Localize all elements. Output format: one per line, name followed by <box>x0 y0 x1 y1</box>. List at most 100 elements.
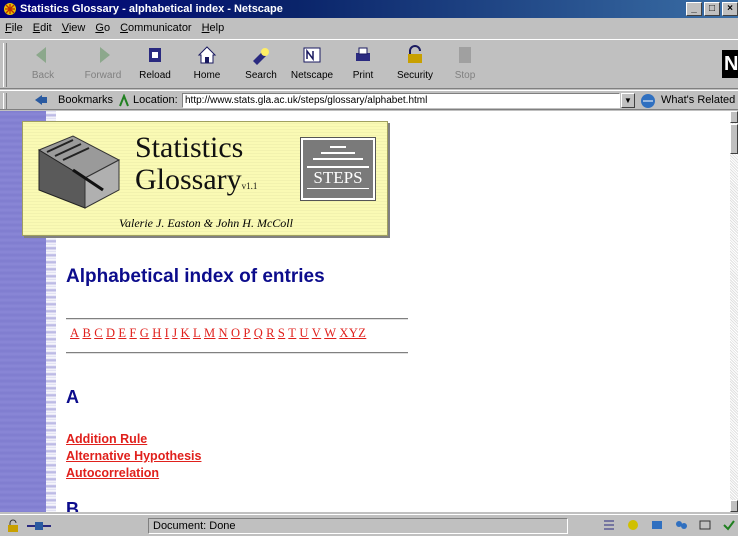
letter-link-q[interactable]: Q <box>254 326 263 340</box>
page-content: Statistics Glossaryv1.1 STEPS Valerie J.… <box>0 111 730 512</box>
menu-communicator[interactable]: Communicator <box>115 22 197 34</box>
bookmarks-icon <box>34 94 48 109</box>
letter-link-r[interactable]: R <box>266 326 275 340</box>
window-title: Statistics Glossary - alphabetical index… <box>20 3 283 15</box>
letter-link-f[interactable]: F <box>129 326 136 340</box>
security-label: Security <box>396 70 434 81</box>
toolbar-grip[interactable] <box>3 43 7 87</box>
banner-title: Statistics Glossaryv1.1 <box>135 132 257 202</box>
scroll-thumb[interactable] <box>730 124 738 154</box>
letter-link-i[interactable]: I <box>165 326 170 340</box>
letter-link-e[interactable]: E <box>118 326 126 340</box>
menu-file[interactable]: File <box>0 22 28 34</box>
section-a-entries: Addition Rule Alternative Hypothesis Aut… <box>66 431 201 482</box>
books-logo-icon <box>37 135 121 209</box>
netscape-button[interactable]: Netscape <box>287 44 337 88</box>
netscape-app-icon <box>3 2 17 16</box>
menu-view[interactable]: View <box>57 22 91 34</box>
letter-link-k[interactable]: K <box>181 326 190 340</box>
home-button[interactable]: Home <box>182 44 232 88</box>
letter-link-g[interactable]: G <box>140 326 149 340</box>
close-button[interactable]: × <box>722 2 738 16</box>
location-label: Location: <box>133 94 178 106</box>
url-input[interactable]: http://www.stats.gla.ac.uk/steps/glossar… <box>182 93 620 108</box>
search-button[interactable]: Search <box>236 44 286 88</box>
home-label: Home <box>193 70 221 81</box>
stop-label: Stop <box>454 70 476 81</box>
menu-bar: File Edit View Go Communicator Help <box>0 19 738 37</box>
entry-link-alternative-hypothesis[interactable]: Alternative Hypothesis <box>66 448 201 465</box>
reload-icon <box>149 48 161 62</box>
back-arrow-icon <box>36 47 46 63</box>
browser-window: Statistics Glossary - alphabetical index… <box>0 0 738 536</box>
letter-link-t[interactable]: T <box>288 326 296 340</box>
letter-link-a[interactable]: A <box>70 326 79 340</box>
letter-link-v[interactable]: V <box>312 326 321 340</box>
letter-link-u[interactable]: U <box>299 326 308 340</box>
menu-edit[interactable]: Edit <box>28 22 57 34</box>
search-flashlight-icon <box>253 48 269 65</box>
letter-link-xyz[interactable]: XYZ <box>339 326 366 340</box>
padlock-icon <box>408 45 422 63</box>
netscape-n-icon <box>303 47 321 63</box>
maximize-button[interactable]: □ <box>704 2 720 16</box>
letter-link-n[interactable]: N <box>219 326 228 340</box>
back-button[interactable]: Back <box>18 44 68 88</box>
letter-link-h[interactable]: H <box>152 326 161 340</box>
letter-link-j[interactable]: J <box>172 326 177 340</box>
letter-index: A B C D E F G H I J K L M N O P Q R S T U V W XYZ <box>70 326 369 341</box>
home-icon <box>197 46 217 64</box>
entry-link-addition-rule[interactable]: Addition Rule <box>66 431 201 448</box>
reload-label: Reload <box>139 70 171 81</box>
location-grip[interactable] <box>3 93 7 109</box>
netscape-throbber-logo[interactable]: N <box>722 50 738 78</box>
letter-link-p[interactable]: P <box>243 326 250 340</box>
address-book-icon[interactable] <box>674 518 688 532</box>
banner-title-line2: Glossary <box>135 163 242 196</box>
minimize-button[interactable]: _ <box>686 2 702 16</box>
banner-version: v1.1 <box>241 181 258 191</box>
composer-icon[interactable] <box>698 518 712 532</box>
section-heading-b: B <box>66 499 79 512</box>
top-divider <box>66 318 408 320</box>
url-dropdown-button[interactable]: ▼ <box>621 93 635 108</box>
banner-title-line1: Statistics <box>135 131 244 164</box>
security-lock-status-icon[interactable] <box>6 519 22 536</box>
menu-go[interactable]: Go <box>90 22 115 34</box>
letter-link-o[interactable]: O <box>231 326 240 340</box>
navigator-icon[interactable] <box>602 518 616 532</box>
whats-related-icon <box>640 93 656 112</box>
stop-button[interactable]: Stop <box>440 44 490 88</box>
print-label: Print <box>352 70 374 81</box>
printer-icon <box>356 47 370 61</box>
security-button[interactable]: Security <box>390 44 440 88</box>
status-bar: Document: Done <box>0 514 738 536</box>
bookmarks-button[interactable]: Bookmarks <box>58 94 113 106</box>
netscape-label: Netscape <box>290 70 334 81</box>
print-button[interactable]: Print <box>338 44 388 88</box>
task-check-icon[interactable] <box>722 518 736 532</box>
navigation-toolbar: Back Forward Reload Home Search Netscape… <box>0 39 738 89</box>
newsgroups-icon[interactable] <box>650 518 664 532</box>
mail-icon[interactable] <box>626 518 640 532</box>
letter-link-b[interactable]: B <box>82 326 91 340</box>
whats-related-button[interactable]: What's Related <box>661 94 735 106</box>
scroll-up-button[interactable] <box>730 111 738 123</box>
letter-link-d[interactable]: D <box>106 326 115 340</box>
search-label: Search <box>245 70 277 81</box>
menu-help[interactable]: Help <box>197 22 230 34</box>
letter-link-s[interactable]: S <box>278 326 285 340</box>
forward-button[interactable]: Forward <box>78 44 128 88</box>
location-toolbar: Bookmarks Location: http://www.stats.gla… <box>0 90 738 110</box>
vertical-scrollbar[interactable] <box>730 111 738 512</box>
steps-logo[interactable]: STEPS <box>300 137 376 201</box>
location-page-icon <box>118 93 130 110</box>
letter-link-c[interactable]: C <box>94 326 103 340</box>
reload-button[interactable]: Reload <box>130 44 180 88</box>
letter-link-w[interactable]: W <box>324 326 336 340</box>
letter-link-l[interactable]: L <box>193 326 201 340</box>
letter-link-m[interactable]: M <box>204 326 216 340</box>
glossary-banner: Statistics Glossaryv1.1 STEPS Valerie J.… <box>22 121 388 236</box>
entry-link-autocorrelation[interactable]: Autocorrelation <box>66 465 201 482</box>
scroll-down-button[interactable] <box>730 500 738 512</box>
